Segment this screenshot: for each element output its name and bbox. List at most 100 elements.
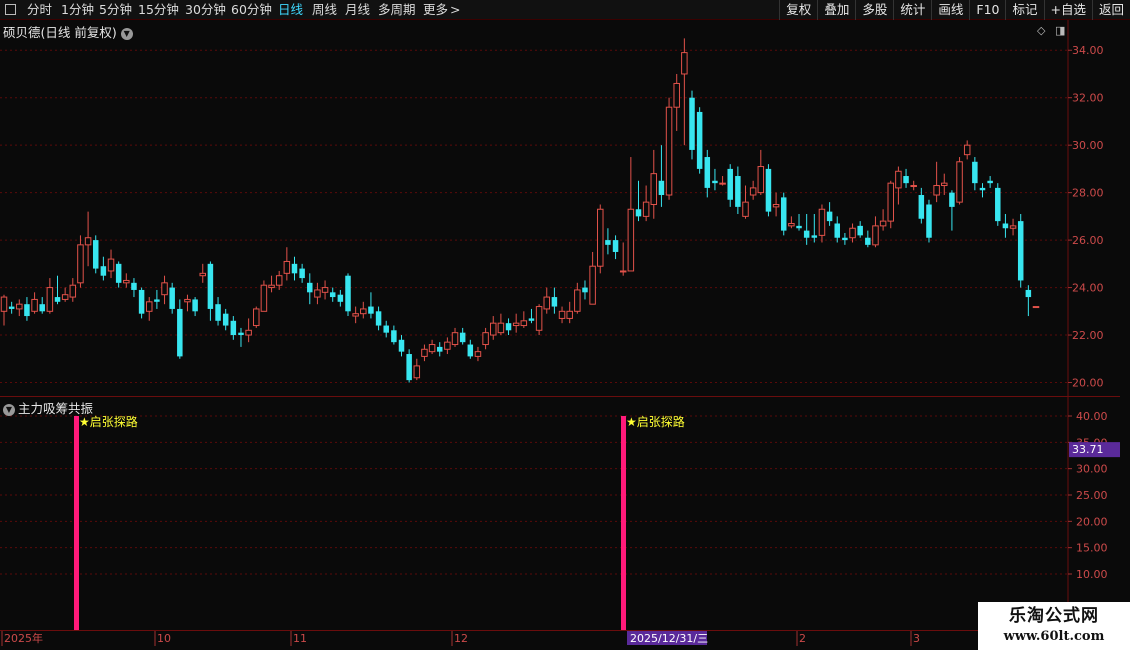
candle	[765, 164, 772, 217]
y-tick-label: 24.00	[1072, 282, 1104, 295]
candle	[100, 256, 107, 281]
candle	[926, 199, 932, 243]
candle-body	[92, 240, 99, 269]
candle	[589, 251, 596, 305]
candle-body	[956, 161, 963, 203]
candle-body	[368, 306, 374, 314]
candle	[474, 346, 482, 362]
candle-body	[77, 244, 84, 284]
candle	[184, 294, 191, 312]
candle-body	[8, 306, 15, 309]
x-axis-layer: 2025年 10 11 12 2025/12/31/三 2 3	[1, 631, 920, 646]
candle	[31, 292, 38, 314]
candle-body	[100, 266, 107, 276]
candle-body	[314, 289, 321, 298]
candle-body	[642, 201, 650, 217]
candle-body	[421, 348, 428, 357]
indicator-title[interactable]: ▼ 主力吸筹共振	[3, 398, 93, 417]
candle-body	[383, 325, 389, 333]
x-axis-label: 3	[913, 632, 920, 645]
candle-body	[528, 318, 535, 321]
candle-body	[543, 296, 551, 310]
candle-body	[497, 322, 505, 334]
candle-body	[574, 289, 581, 312]
candle	[963, 140, 971, 160]
candle	[69, 278, 77, 302]
candle-body	[207, 263, 214, 309]
candle	[619, 242, 627, 276]
candle-body	[406, 354, 412, 381]
candle	[39, 297, 45, 314]
candle	[360, 301, 367, 319]
candle-body	[0, 296, 8, 312]
candle	[605, 228, 611, 255]
candle-body	[299, 268, 305, 279]
candle	[597, 204, 604, 274]
candle-body	[788, 222, 795, 227]
candle	[842, 232, 848, 245]
candle-body	[138, 289, 145, 314]
candle-body	[391, 330, 397, 343]
candle-body	[949, 192, 955, 207]
candle-body	[727, 168, 733, 200]
candle-body	[681, 52, 688, 75]
candle-body	[895, 170, 902, 189]
candle-body	[505, 323, 512, 331]
candle	[558, 306, 566, 324]
candle	[268, 275, 275, 293]
candle-body	[910, 185, 917, 188]
candle-body	[260, 284, 268, 312]
candle	[299, 263, 305, 283]
candle	[398, 335, 405, 357]
candle-body	[995, 187, 1001, 222]
candle	[8, 301, 15, 314]
x-axis-label: 11	[293, 632, 307, 645]
candle-body	[451, 332, 459, 346]
candle	[497, 313, 505, 336]
x-axis-label: 2025年	[4, 631, 43, 645]
candle	[903, 168, 909, 188]
candle	[979, 183, 986, 198]
candle	[413, 358, 421, 381]
signal-bar	[74, 416, 79, 630]
candle-body	[589, 265, 596, 305]
candle	[345, 273, 351, 317]
candle	[123, 273, 130, 288]
candle-body	[918, 195, 925, 219]
x-axis-label: 10	[157, 632, 171, 645]
candle-body	[689, 97, 695, 150]
candle-body	[979, 187, 986, 191]
candle	[368, 292, 374, 319]
candle	[972, 157, 978, 191]
candle-body	[926, 204, 932, 238]
candle	[283, 247, 291, 281]
candle	[712, 168, 718, 191]
candle-body	[69, 284, 77, 298]
candle-body	[842, 237, 848, 241]
candle-body	[145, 301, 153, 312]
chart-canvas[interactable]: 34.00 32.00 30.00 28.00 26.00 24.00 22.00 20.00…	[0, 0, 1130, 650]
candle	[872, 216, 879, 248]
candle	[887, 180, 895, 229]
candle-body	[161, 282, 168, 296]
candle-body	[1017, 221, 1024, 281]
y-tick-label: 25.00	[1076, 489, 1108, 502]
candle-body	[436, 346, 443, 352]
y-tick-label: 20.00	[1076, 515, 1108, 528]
candle-body	[199, 272, 207, 277]
candle	[199, 263, 207, 283]
candle	[772, 192, 780, 217]
candle-body	[933, 185, 940, 196]
candle	[77, 235, 84, 288]
candle-body	[635, 209, 642, 217]
candle	[918, 187, 925, 224]
candle	[796, 214, 802, 231]
candle-body	[154, 299, 160, 302]
candle	[780, 192, 787, 236]
candle-body	[1025, 289, 1032, 298]
chevron-down-icon[interactable]: ▼	[3, 403, 15, 416]
signal-bar	[621, 416, 626, 630]
candle	[329, 287, 336, 302]
candle-body	[963, 144, 971, 156]
candle-body	[857, 225, 863, 236]
